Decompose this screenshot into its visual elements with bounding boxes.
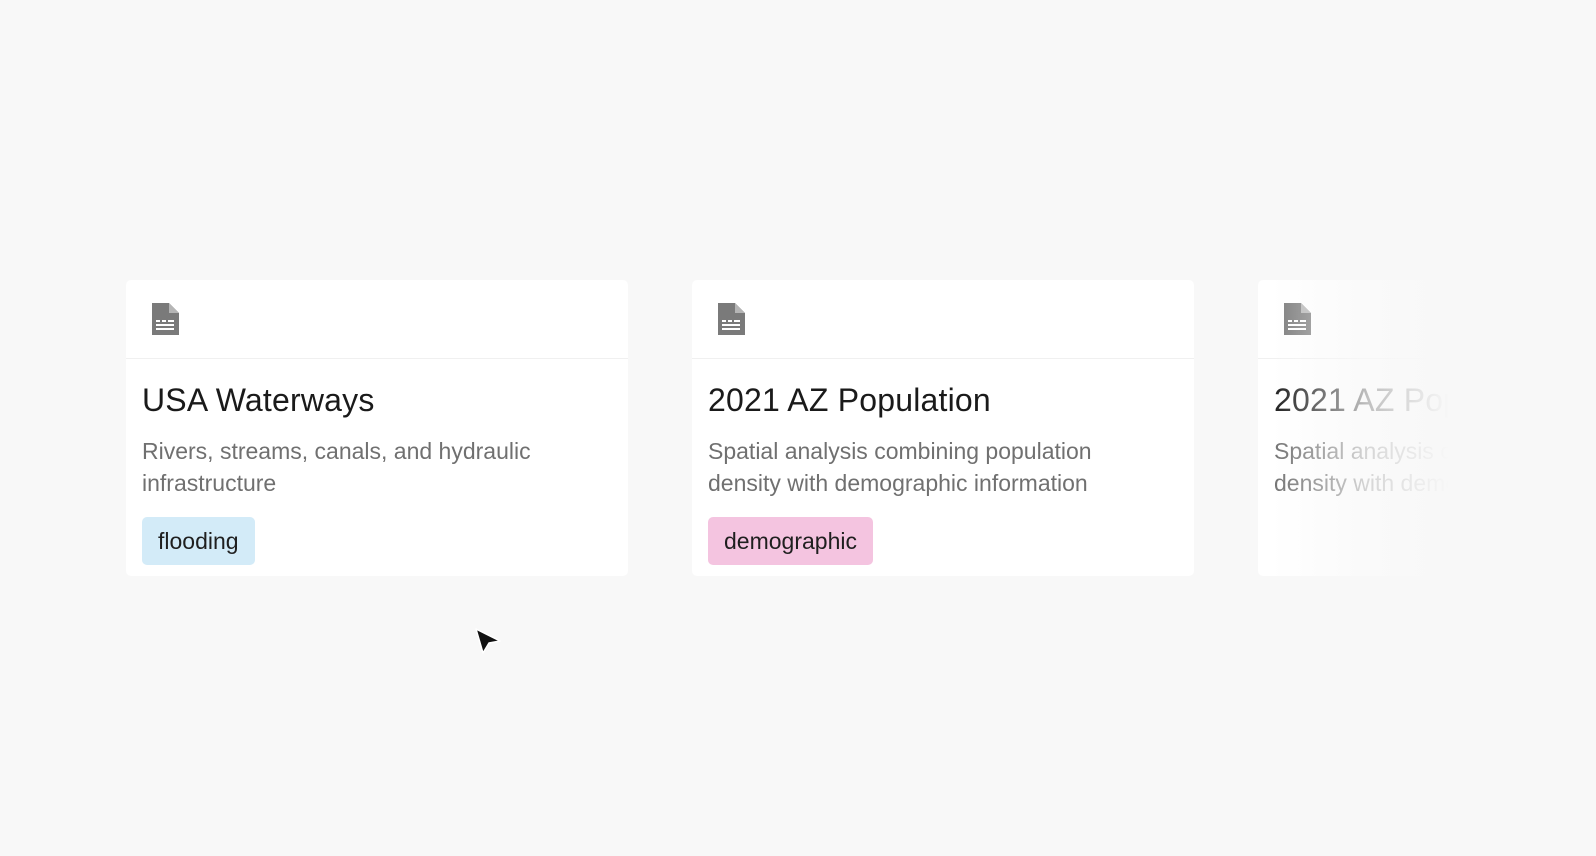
card-title: USA Waterways bbox=[142, 382, 375, 418]
card-header bbox=[126, 280, 628, 359]
card-description: Rivers, streams, canals, and hydraulic i… bbox=[142, 438, 531, 496]
card-description: Spatial analysis combining population de… bbox=[1274, 438, 1596, 496]
card-header bbox=[692, 280, 1194, 359]
tag-flooding[interactable]: flooding bbox=[142, 517, 255, 565]
document-icon bbox=[152, 303, 179, 335]
document-icon bbox=[1284, 303, 1311, 335]
card-body: 2021 AZ Population Spatial analysis comb… bbox=[1258, 359, 1596, 499]
card-title: 2021 AZ Population bbox=[1274, 382, 1557, 418]
card-body: 2021 AZ Population Spatial analysis comb… bbox=[692, 359, 1194, 565]
card-header bbox=[1258, 280, 1596, 359]
dataset-card-usa-waterways[interactable]: USA Waterways Rivers, streams, canals, a… bbox=[126, 280, 628, 576]
cards-row: USA Waterways Rivers, streams, canals, a… bbox=[0, 0, 1596, 856]
card-description: Spatial analysis combining population de… bbox=[708, 438, 1092, 496]
tag-demographic[interactable]: demographic bbox=[708, 517, 873, 565]
arrow-cursor-icon bbox=[475, 628, 501, 654]
document-icon bbox=[718, 303, 745, 335]
card-title: 2021 AZ Population bbox=[708, 382, 991, 418]
carousel-stage: USA Waterways Rivers, streams, canals, a… bbox=[0, 0, 1596, 856]
dataset-card-az-population-partial[interactable]: 2021 AZ Population Spatial analysis comb… bbox=[1258, 280, 1596, 576]
dataset-card-az-population[interactable]: 2021 AZ Population Spatial analysis comb… bbox=[692, 280, 1194, 576]
card-body: USA Waterways Rivers, streams, canals, a… bbox=[126, 359, 628, 565]
